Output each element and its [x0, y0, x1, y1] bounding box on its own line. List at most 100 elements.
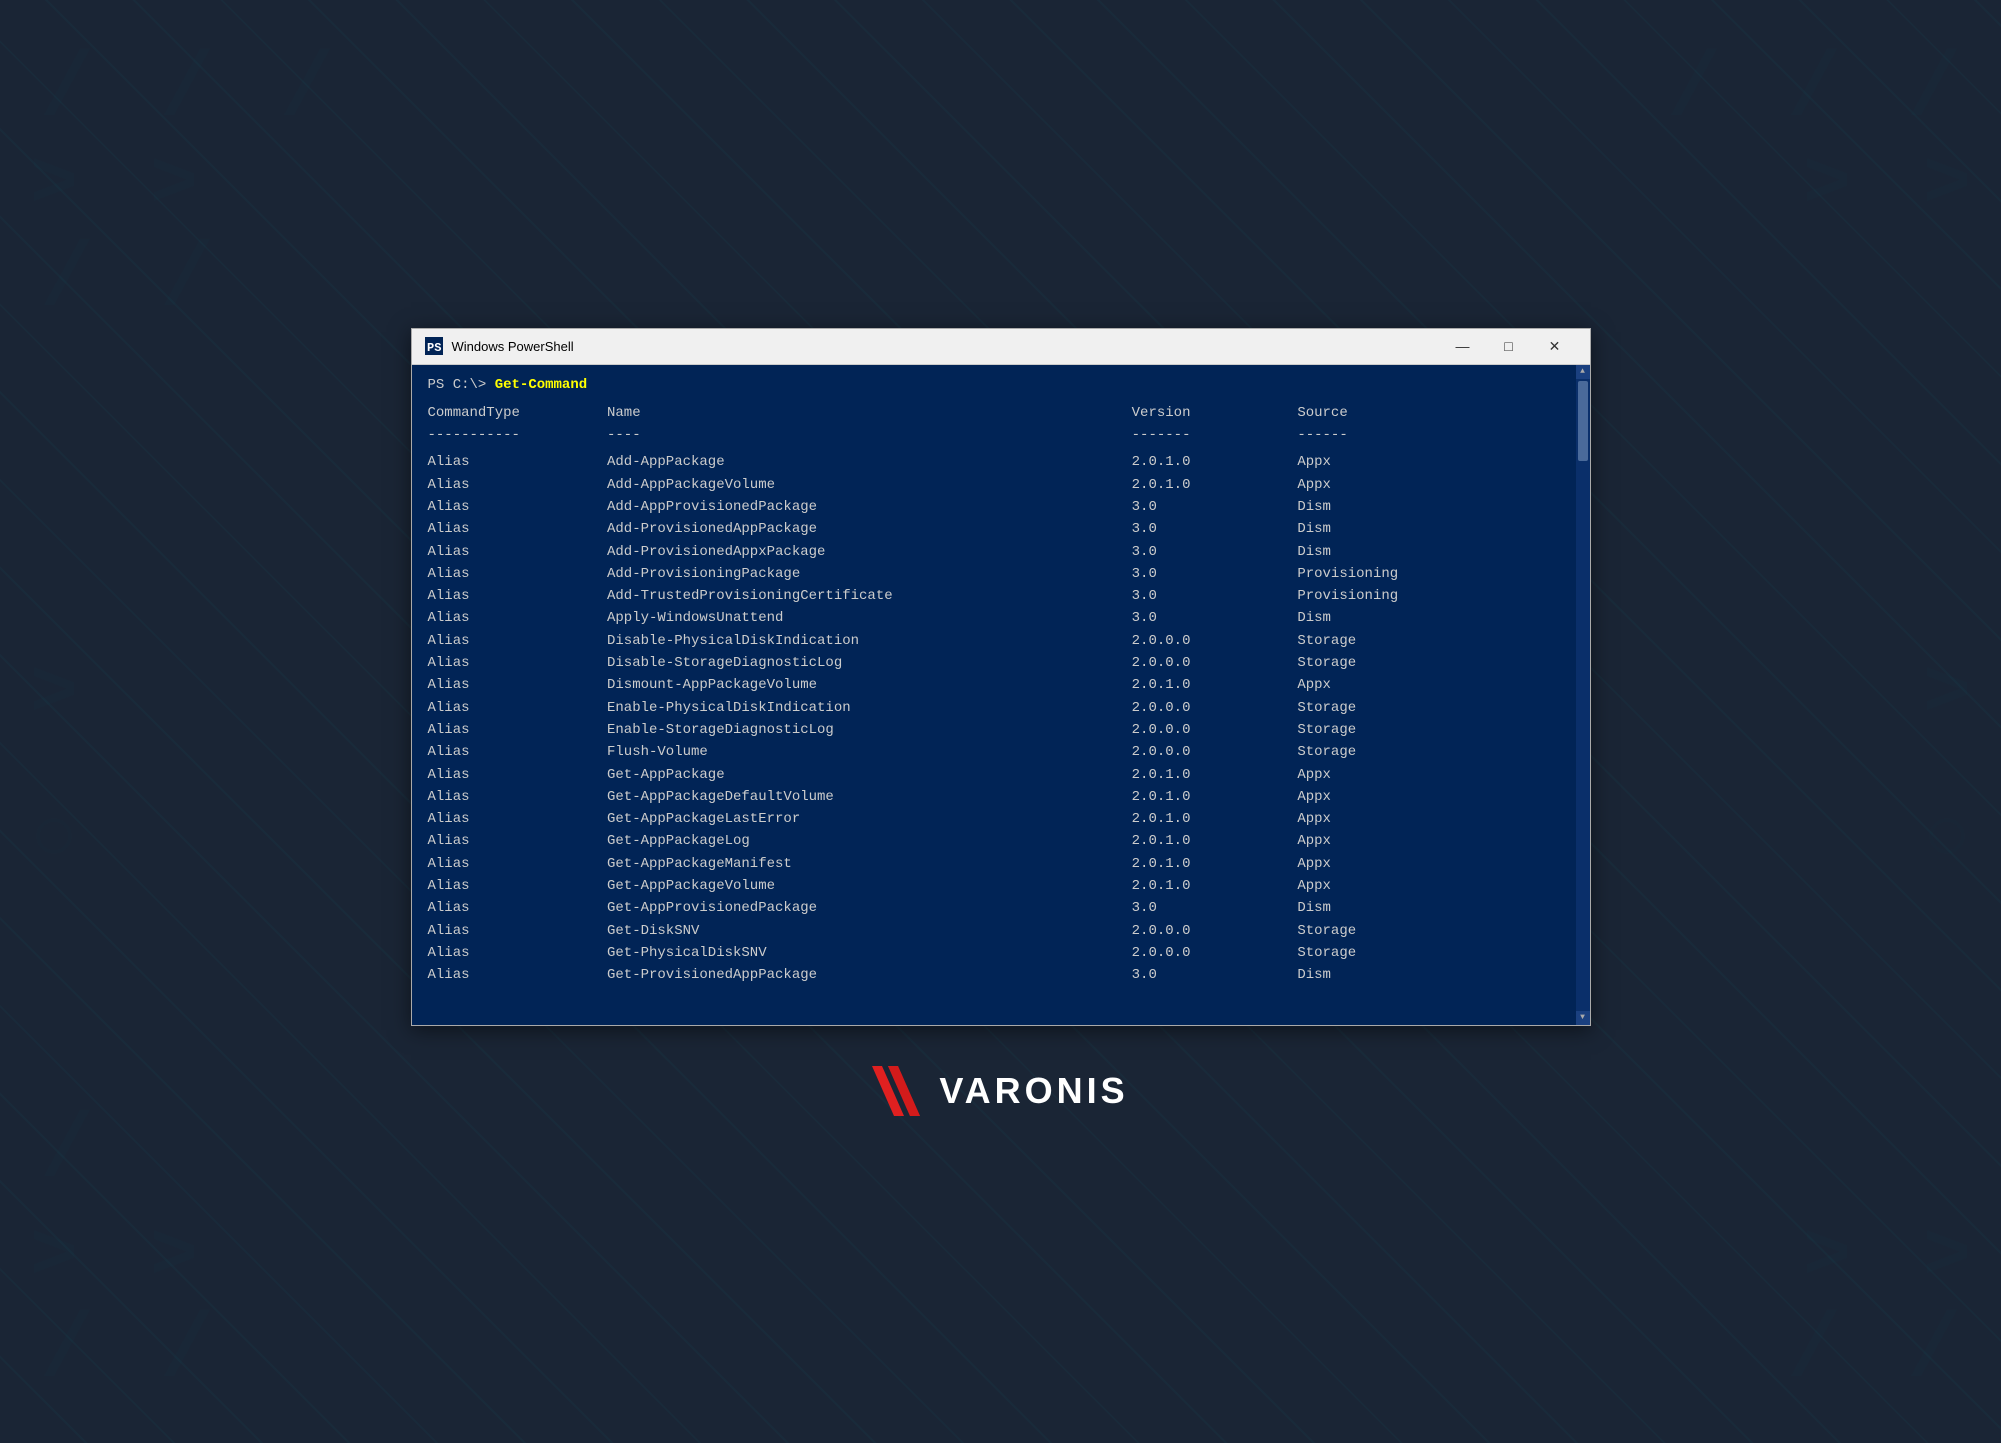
cell-name: Add-ProvisionedAppPackage — [607, 518, 1132, 540]
cell-source: Appx — [1297, 830, 1573, 852]
cell-source: Appx — [1297, 808, 1573, 830]
cell-version: 2.0.1.0 — [1132, 451, 1298, 473]
cell-source: Storage — [1297, 697, 1573, 719]
cell-source: Appx — [1297, 451, 1573, 473]
minimize-button[interactable]: — — [1440, 328, 1486, 364]
terminal-content: PS C:\> Get-Command CommandType Name Ver… — [412, 365, 1590, 1025]
table-row: Alias Add-TrustedProvisioningCertificate… — [428, 585, 1574, 607]
cell-name: Get-AppPackageDefaultVolume — [607, 786, 1132, 808]
cell-type: Alias — [428, 741, 607, 763]
cell-source: Storage — [1297, 630, 1573, 652]
cell-source: Storage — [1297, 719, 1573, 741]
cell-type: Alias — [428, 920, 607, 942]
cell-version: 2.0.0.0 — [1132, 719, 1298, 741]
cell-type: Alias — [428, 853, 607, 875]
table-row: Alias Get-AppPackageLog 2.0.1.0 Appx — [428, 830, 1574, 852]
cell-source: Dism — [1297, 541, 1573, 563]
cell-name: Get-AppPackage — [607, 764, 1132, 786]
cell-version: 3.0 — [1132, 585, 1298, 607]
cell-type: Alias — [428, 674, 607, 696]
table-row: Alias Flush-Volume 2.0.0.0 Storage — [428, 741, 1574, 763]
table-row: Alias Disable-StorageDiagnosticLog 2.0.0… — [428, 652, 1574, 674]
cell-version: 2.0.1.0 — [1132, 830, 1298, 852]
cell-source: Dism — [1297, 964, 1573, 986]
cell-version: 2.0.1.0 — [1132, 875, 1298, 897]
cell-version: 3.0 — [1132, 897, 1298, 919]
cell-version: 3.0 — [1132, 964, 1298, 986]
cell-source: Dism — [1297, 496, 1573, 518]
titlebar-title: Windows PowerShell — [452, 339, 1440, 354]
cell-name: Get-AppProvisionedPackage — [607, 897, 1132, 919]
cell-type: Alias — [428, 518, 607, 540]
scrollbar-down-button[interactable]: ▼ — [1576, 1011, 1590, 1025]
cell-type: Alias — [428, 652, 607, 674]
cell-version: 3.0 — [1132, 607, 1298, 629]
titlebar: PS Windows PowerShell — □ ✕ — [412, 329, 1590, 365]
scrollbar-thumb[interactable] — [1578, 381, 1588, 461]
cell-source: Appx — [1297, 764, 1573, 786]
prompt-line: PS C:\> Get-Command — [428, 375, 1574, 395]
scrollbar-up-button[interactable]: ▲ — [1576, 365, 1590, 379]
cell-type: Alias — [428, 585, 607, 607]
header-source: Source — [1297, 403, 1573, 425]
cell-name: Get-DiskSNV — [607, 920, 1132, 942]
command-text: Get-Command — [495, 377, 587, 393]
cell-name: Disable-StorageDiagnosticLog — [607, 652, 1132, 674]
varonis-v-icon — [872, 1066, 927, 1116]
cell-version: 3.0 — [1132, 541, 1298, 563]
table-row: Alias Get-AppPackageManifest 2.0.1.0 App… — [428, 853, 1574, 875]
cell-type: Alias — [428, 496, 607, 518]
scrollbar[interactable]: ▲ ▼ — [1576, 365, 1590, 1025]
table-row: Alias Enable-PhysicalDiskIndication 2.0.… — [428, 697, 1574, 719]
cell-source: Appx — [1297, 786, 1573, 808]
cell-version: 3.0 — [1132, 496, 1298, 518]
table-row: Alias Add-ProvisionedAppPackage 3.0 Dism — [428, 518, 1574, 540]
cell-source: Storage — [1297, 920, 1573, 942]
titlebar-icon: PS — [424, 336, 444, 356]
cell-name: Apply-WindowsUnattend — [607, 607, 1132, 629]
cell-name: Add-AppPackageVolume — [607, 474, 1132, 496]
maximize-button[interactable]: □ — [1486, 328, 1532, 364]
table-row: Alias Add-ProvisionedAppxPackage 3.0 Dis… — [428, 541, 1574, 563]
cell-version: 2.0.1.0 — [1132, 474, 1298, 496]
cell-type: Alias — [428, 697, 607, 719]
table-row: Alias Get-AppPackageLastError 2.0.1.0 Ap… — [428, 808, 1574, 830]
sep-type: ----------- — [428, 425, 607, 451]
varonis-logo: VARONIS — [872, 1066, 1128, 1116]
close-button[interactable]: ✕ — [1532, 328, 1578, 364]
cell-type: Alias — [428, 764, 607, 786]
cell-version: 2.0.0.0 — [1132, 920, 1298, 942]
cell-version: 3.0 — [1132, 518, 1298, 540]
table-row: Alias Add-AppPackageVolume 2.0.1.0 Appx — [428, 474, 1574, 496]
cell-source: Appx — [1297, 853, 1573, 875]
cell-type: Alias — [428, 830, 607, 852]
cell-version: 2.0.0.0 — [1132, 741, 1298, 763]
cell-name: Get-AppPackageLastError — [607, 808, 1132, 830]
table-row: Alias Disable-PhysicalDiskIndication 2.0… — [428, 630, 1574, 652]
cell-name: Get-ProvisionedAppPackage — [607, 964, 1132, 986]
cell-type: Alias — [428, 808, 607, 830]
cell-type: Alias — [428, 541, 607, 563]
cell-type: Alias — [428, 786, 607, 808]
cell-name: Dismount-AppPackageVolume — [607, 674, 1132, 696]
table-row: Alias Get-AppPackageDefaultVolume 2.0.1.… — [428, 786, 1574, 808]
cell-type: Alias — [428, 630, 607, 652]
cell-type: Alias — [428, 451, 607, 473]
cell-source: Dism — [1297, 518, 1573, 540]
table-row: Alias Get-PhysicalDiskSNV 2.0.0.0 Storag… — [428, 942, 1574, 964]
cell-name: Get-AppPackageVolume — [607, 875, 1132, 897]
cell-source: Storage — [1297, 942, 1573, 964]
header-name: Name — [607, 403, 1132, 425]
table-row: Alias Get-ProvisionedAppPackage 3.0 Dism — [428, 964, 1574, 986]
cell-type: Alias — [428, 563, 607, 585]
table-row: Alias Add-AppPackage 2.0.1.0 Appx — [428, 451, 1574, 473]
varonis-logo-container: VARONIS — [411, 1066, 1591, 1116]
cell-name: Get-AppPackageLog — [607, 830, 1132, 852]
cell-source: Provisioning — [1297, 563, 1573, 585]
table-row: Alias Add-AppProvisionedPackage 3.0 Dism — [428, 496, 1574, 518]
table-row: Alias Apply-WindowsUnattend 3.0 Dism — [428, 607, 1574, 629]
sep-version: ------- — [1132, 425, 1298, 451]
cell-version: 2.0.0.0 — [1132, 697, 1298, 719]
cell-source: Storage — [1297, 652, 1573, 674]
cell-version: 2.0.1.0 — [1132, 808, 1298, 830]
